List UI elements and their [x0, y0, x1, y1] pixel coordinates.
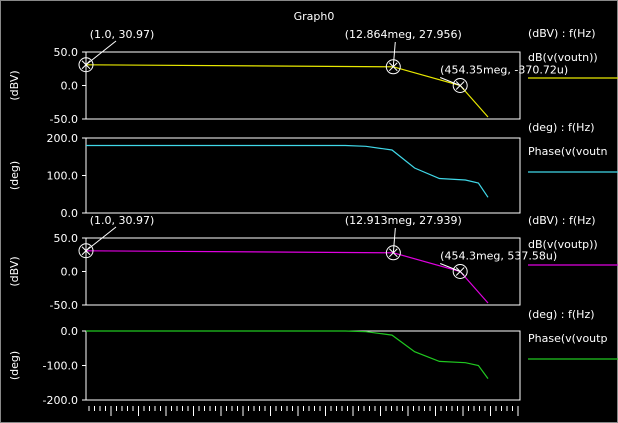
bode-plot: Graph0 50.0 0.0 -50.0 (dBV) (dBV) : f(Hz) dB(…	[8, 10, 618, 416]
panel-1-ytick-label: 0.0	[61, 80, 79, 93]
panel-4-ytick-label: -100.0	[43, 360, 78, 373]
panel-2-ylabel: (deg)	[8, 161, 21, 190]
graph-title: Graph0	[294, 10, 335, 23]
panel-4-ytick-label: -200.0	[43, 394, 78, 407]
panel-2-ytick-label: 200.0	[47, 132, 79, 145]
panel-1-ytick-label: -50.0	[50, 113, 78, 126]
panel-4-legend-name: Phase(v(voutp	[528, 332, 607, 345]
panel-2-ytick-label: 0.0	[61, 207, 79, 220]
panel-3-frame	[85, 237, 521, 306]
panel-1-frame	[85, 51, 521, 120]
panel-3-annotation-label: (12.913meg, 27.939)	[345, 214, 462, 227]
panel-3-ylabel: (dBV)	[8, 256, 21, 286]
panel-2-ytick-label: 100.0	[47, 170, 79, 183]
panel-2-legend-name: Phase(v(voutn	[528, 145, 607, 158]
panel-2-legend-unit: (deg) : f(Hz)	[528, 121, 595, 134]
panel-3-ytick-label: 50.0	[54, 232, 79, 245]
panel-3-ytick-label: 0.0	[61, 266, 79, 279]
panel-4-frame	[85, 330, 521, 401]
panel-3-annotation-label: (454.3meg, 537.58u)	[440, 249, 557, 262]
panel-1-legend-name: dB(v(voutn))	[528, 51, 598, 64]
panel-1-legend-unit: (dBV) : f(Hz)	[528, 27, 596, 40]
panel-1-annotation-label: (1.0, 30.97)	[90, 28, 155, 41]
panel-3-annotation-label: (1.0, 30.97)	[90, 214, 155, 227]
panel-4-ytick-label: 0.0	[61, 325, 79, 338]
panel-1-annotation-label: (454.35meg, -370.72u)	[440, 64, 568, 77]
panel-3-ytick-label: -50.0	[50, 299, 78, 312]
panel-4-ylabel: (deg)	[8, 351, 21, 380]
panel-1-annotation-label: (12.864meg, 27.956)	[345, 28, 462, 41]
panel-3-legend-unit: (dBV) : f(Hz)	[528, 214, 596, 227]
panel-2-frame	[85, 137, 521, 214]
panel-1-ylabel: (dBV)	[8, 70, 21, 100]
panel-4-legend-unit: (deg) : f(Hz)	[528, 308, 595, 321]
panel-1-ytick-label: 50.0	[54, 46, 79, 59]
